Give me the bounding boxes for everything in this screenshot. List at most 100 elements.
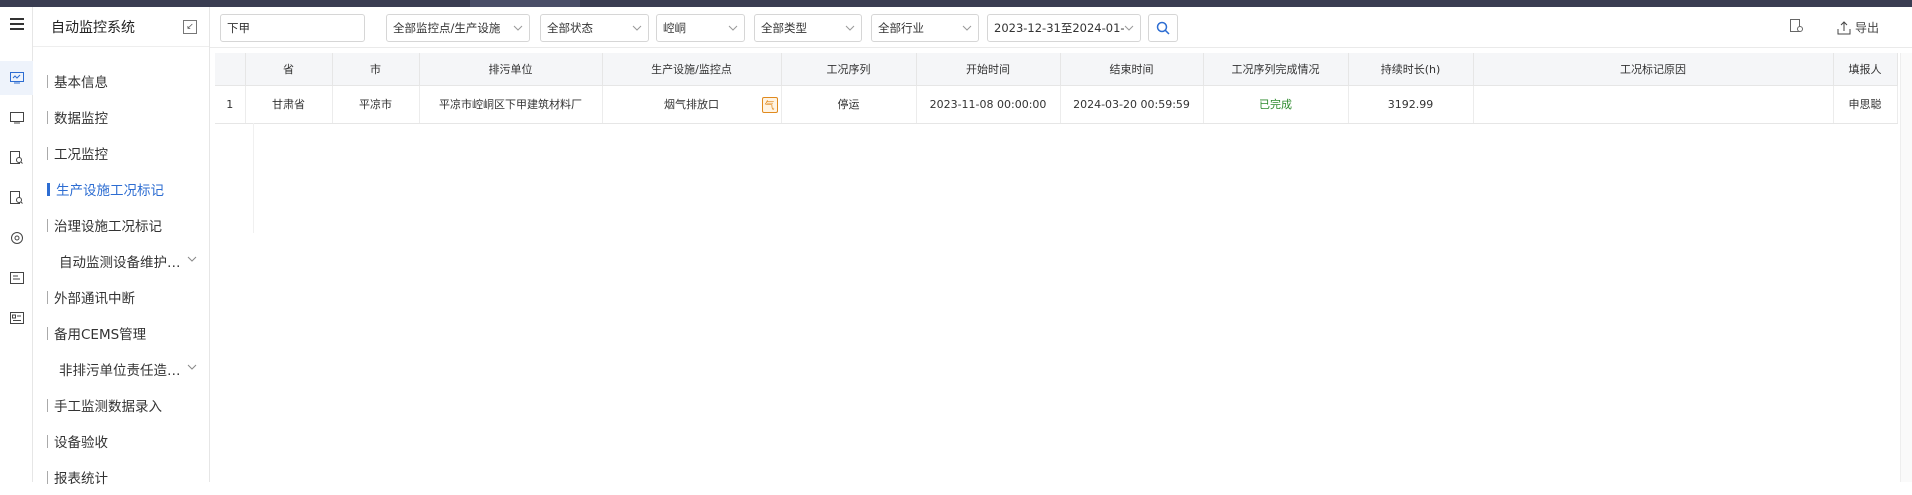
list-card-icon[interactable] xyxy=(0,301,33,335)
sidebar-item-label: 设备验收 xyxy=(54,435,108,451)
sidebar-item-production-facility-marking[interactable]: 生产设施工况标记 xyxy=(33,171,209,207)
col-header-city[interactable]: 市 xyxy=(332,53,420,86)
keyword-input[interactable]: 下甲 xyxy=(220,14,365,42)
column-settings-button[interactable] xyxy=(1790,19,1804,33)
sidebar-item-label: 备用CEMS管理 xyxy=(54,327,147,343)
district-value: 崆峒 xyxy=(663,21,686,35)
cell-start-time: 2023-11-08 00:00:00 xyxy=(916,85,1061,124)
sidebar: 自动监控系统 ↙ 基本信息 数据监控 工况监控 生产设施工况标记 治理设施工况标… xyxy=(33,7,210,487)
item-marker xyxy=(47,74,48,88)
search-button[interactable] xyxy=(1148,14,1178,42)
chevron-down-icon xyxy=(1124,25,1134,31)
cell-reason xyxy=(1473,85,1834,124)
chevron-down-icon xyxy=(187,364,197,370)
point-select[interactable]: 全部监控点/生产设施 xyxy=(386,14,530,42)
district-select[interactable]: 崆峒 xyxy=(656,14,745,42)
app-title: 自动监控系统 xyxy=(51,19,135,36)
chevron-down-icon xyxy=(962,25,972,31)
export-icon xyxy=(1837,20,1851,34)
sidebar-item-non-polluter-responsibility[interactable]: 非排污单位责任造… xyxy=(33,351,209,387)
sidebar-item-label: 工况监控 xyxy=(54,147,108,163)
col-header-reporter[interactable]: 填报人 xyxy=(1833,53,1898,86)
sidebar-item-label: 手工监测数据录入 xyxy=(54,399,162,415)
cell-sequence: 停运 xyxy=(781,85,917,124)
export-button[interactable]: 导出 xyxy=(1837,19,1879,36)
sidebar-item-label: 数据监控 xyxy=(54,111,108,127)
type-select[interactable]: 全部类型 xyxy=(754,14,862,42)
sidebar-header: 自动监控系统 ↙ xyxy=(33,7,209,47)
search-icon xyxy=(1156,21,1170,35)
chevron-down-icon xyxy=(632,25,642,31)
status-value: 全部状态 xyxy=(547,21,593,35)
sidebar-item-report-stats[interactable]: 报表统计 xyxy=(33,459,209,495)
top-strip xyxy=(0,0,1912,7)
sidebar-item-backup-cems[interactable]: 备用CEMS管理 xyxy=(33,315,209,351)
item-marker xyxy=(47,398,48,412)
sidebar-item-treatment-facility-marking[interactable]: 治理设施工况标记 xyxy=(33,207,209,243)
sidebar-item-label: 自动监测设备维护… xyxy=(59,255,181,271)
data-table-container: 省 市 排污单位 生产设施/监控点 工况序列 开始时间 结束时间 工况序列完成情… xyxy=(215,53,1912,482)
sidebar-item-label: 生产设施工况标记 xyxy=(56,183,164,199)
menu-toggle-icon[interactable] xyxy=(0,7,33,41)
item-marker xyxy=(47,290,48,304)
col-header-sequence[interactable]: 工况序列 xyxy=(781,53,917,86)
industry-select[interactable]: 全部行业 xyxy=(871,14,979,42)
col-header-index xyxy=(215,53,246,86)
point-value: 全部监控点/生产设施 xyxy=(393,21,501,35)
table-header-row: 省 市 排污单位 生产设施/监控点 工况序列 开始时间 结束时间 工况序列完成情… xyxy=(215,53,1898,86)
doc-settings-icon xyxy=(1790,19,1803,32)
col-header-duration[interactable]: 持续时长(h) xyxy=(1348,53,1474,86)
table-row[interactable]: 1 甘肃省 平凉市 平凉市崆峒区下甲建筑材料厂 烟气排放口 气 停运 2023-… xyxy=(215,85,1898,124)
col-header-facility[interactable]: 生产设施/监控点 xyxy=(602,53,782,86)
filter-bar: 下甲 全部监控点/生产设施 全部状态 崆峒 全部类型 全部行业 2023-12-… xyxy=(210,7,1912,48)
sidebar-item-data-monitor[interactable]: 数据监控 xyxy=(33,99,209,135)
sidebar-item-basic-info[interactable]: 基本信息 xyxy=(33,63,209,99)
sidebar-item-comm-interrupt[interactable]: 外部通讯中断 xyxy=(33,279,209,315)
cell-province: 甘肃省 xyxy=(245,85,333,124)
chevron-down-icon xyxy=(187,256,197,262)
sidebar-item-label: 非排污单位责任造… xyxy=(59,363,181,379)
sidebar-item-manual-data-entry[interactable]: 手工监测数据录入 xyxy=(33,387,209,423)
doc-search-icon[interactable] xyxy=(0,141,33,175)
sidebar-item-label: 基本信息 xyxy=(54,75,108,91)
keyword-value: 下甲 xyxy=(227,21,250,35)
col-header-reason[interactable]: 工况标记原因 xyxy=(1473,53,1834,86)
col-header-completion[interactable]: 工况序列完成情况 xyxy=(1203,53,1349,86)
empty-area-divider xyxy=(253,123,254,233)
location-icon[interactable] xyxy=(0,221,33,255)
col-header-start[interactable]: 开始时间 xyxy=(916,53,1061,86)
sidebar-item-label: 治理设施工况标记 xyxy=(54,219,162,235)
status-select[interactable]: 全部状态 xyxy=(540,14,649,42)
col-header-province[interactable]: 省 xyxy=(245,53,333,86)
screen-icon[interactable] xyxy=(0,101,33,135)
chevron-down-icon xyxy=(845,25,855,31)
cell-city: 平凉市 xyxy=(332,85,420,124)
col-header-end[interactable]: 结束时间 xyxy=(1060,53,1204,86)
date-range-picker[interactable]: 2023-12-31至2024-01-10 xyxy=(987,14,1141,42)
item-marker xyxy=(47,146,48,160)
cell-duration: 3192.99 xyxy=(1348,85,1474,124)
cell-facility: 烟气排放口 气 xyxy=(602,85,782,124)
cell-completion-status: 已完成 xyxy=(1203,85,1349,124)
export-label: 导出 xyxy=(1855,21,1880,35)
cell-company: 平凉市崆峒区下甲建筑材料厂 xyxy=(419,85,603,124)
facility-name: 烟气排放口 xyxy=(664,98,719,111)
date-range-value: 2023-12-31至2024-01-10 xyxy=(994,21,1124,35)
chevron-down-icon xyxy=(728,25,738,31)
top-tab[interactable] xyxy=(470,0,580,7)
cell-reporter: 申思聪 xyxy=(1833,85,1898,124)
doc-search-icon-2[interactable] xyxy=(0,181,33,215)
type-value: 全部类型 xyxy=(761,21,807,35)
col-header-company[interactable]: 排污单位 xyxy=(419,53,603,86)
item-marker xyxy=(47,182,50,196)
sidebar-item-device-maintenance[interactable]: 自动监测设备维护… xyxy=(33,243,209,279)
monitor-icon[interactable] xyxy=(0,61,33,95)
collapse-sidebar-icon[interactable]: ↙ xyxy=(183,19,197,34)
data-table: 省 市 排污单位 生产设施/监控点 工况序列 开始时间 结束时间 工况序列完成情… xyxy=(215,53,1898,124)
vertical-scrollbar[interactable] xyxy=(1900,53,1912,482)
sidebar-item-device-acceptance[interactable]: 设备验收 xyxy=(33,423,209,459)
id-card-icon[interactable] xyxy=(0,261,33,295)
sidebar-item-condition-monitor[interactable]: 工况监控 xyxy=(33,135,209,171)
sidebar-item-label: 外部通讯中断 xyxy=(54,291,135,307)
gas-type-tag-icon[interactable]: 气 xyxy=(761,96,778,113)
